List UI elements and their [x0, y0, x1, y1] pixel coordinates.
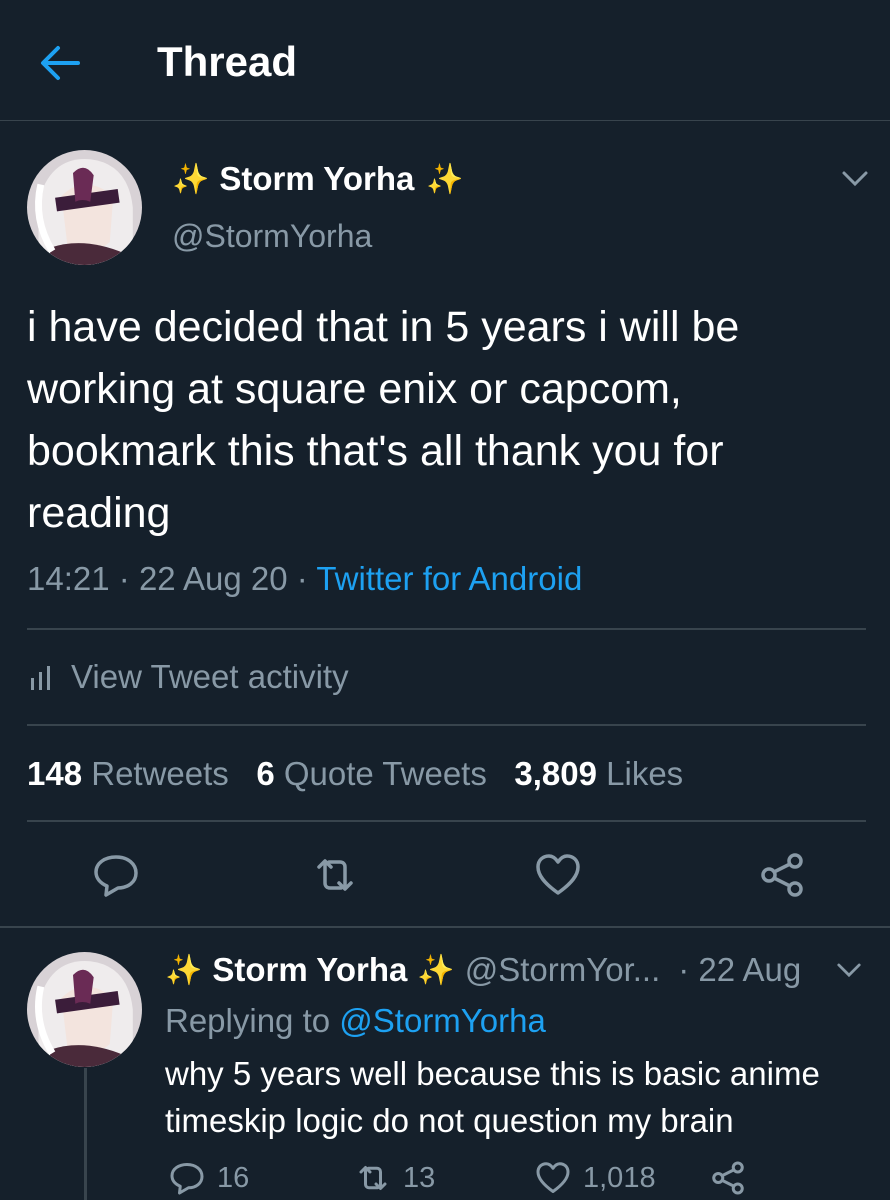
view-activity-link[interactable]: View Tweet activity: [27, 658, 349, 696]
tweet-meta: 14:21 · 22 Aug 20 · Twitter for Android: [27, 560, 582, 598]
quotes-stat[interactable]: 6 Quote Tweets: [256, 755, 487, 792]
reply-text: why 5 years well because this is basic a…: [165, 1055, 820, 1139]
likes-count: 3,809: [514, 755, 597, 792]
reply-retweet-button[interactable]: 13: [355, 1160, 435, 1196]
thread-connector-line: [84, 1068, 87, 1200]
view-activity-label: View Tweet activity: [71, 658, 349, 695]
meta-separator: ·: [118, 560, 130, 597]
tweet-time: 14:21: [27, 560, 110, 597]
reply-like-button[interactable]: 1,018: [535, 1160, 656, 1196]
retweets-stat[interactable]: 148 Retweets: [27, 755, 229, 792]
tweet-stats: 148 Retweets 6 Quote Tweets 3,809 Likes: [27, 755, 683, 793]
replying-to-handle[interactable]: @StormYorha: [339, 1002, 546, 1039]
sparkle-icon: ✨: [165, 953, 203, 987]
top-bar: Thread: [0, 0, 890, 121]
tweet-text: i have decided that in 5 years i will be…: [27, 303, 740, 537]
likes-stat[interactable]: 3,809 Likes: [514, 755, 683, 792]
divider: [27, 724, 866, 726]
quotes-count: 6: [256, 755, 275, 792]
author-name: Storm Yorha: [219, 160, 415, 197]
chevron-down-icon[interactable]: [836, 962, 862, 979]
reply-icon[interactable]: [92, 851, 140, 899]
divider: [27, 820, 866, 822]
reply-retweets-count: 13: [403, 1161, 436, 1194]
avatar[interactable]: [27, 150, 142, 265]
heart-icon: [536, 1162, 570, 1193]
meta-separator: ·: [296, 560, 308, 597]
reply-replies-count: 16: [217, 1161, 250, 1194]
reply-reply-button[interactable]: 16: [169, 1160, 249, 1196]
sparkle-icon: ✨: [172, 162, 210, 196]
reply-date: · 22 Aug: [678, 951, 802, 988]
bar-chart-icon: [31, 666, 50, 690]
heart-icon[interactable]: [534, 851, 582, 899]
tweet-source-link[interactable]: Twitter for Android: [316, 560, 582, 597]
retweets-count: 148: [27, 755, 83, 792]
reply-icon: [170, 1163, 204, 1195]
chevron-down-icon[interactable]: [841, 170, 869, 188]
reply-avatar[interactable]: [27, 952, 142, 1067]
sparkle-icon: ✨: [426, 162, 464, 196]
share-icon[interactable]: [758, 851, 806, 899]
divider: [27, 628, 866, 630]
author-handle[interactable]: @StormYorha: [172, 218, 372, 255]
replying-prefix: Replying to: [165, 1002, 331, 1039]
sparkle-icon: ✨: [417, 953, 455, 987]
likes-label: Likes: [606, 755, 684, 792]
reply-author-row[interactable]: ✨ Storm Yorha ✨ @StormYor... · 22 Aug: [165, 951, 801, 989]
reply-likes-count: 1,018: [583, 1161, 656, 1194]
reply-author-name: Storm Yorha: [212, 951, 408, 988]
back-arrow-icon[interactable]: [38, 44, 82, 82]
reply-share-button[interactable]: [710, 1160, 758, 1196]
author-name-row[interactable]: ✨ Storm Yorha ✨: [172, 160, 464, 198]
quotes-label: Quote Tweets: [283, 755, 487, 792]
divider: [0, 926, 890, 928]
replying-to: Replying to @StormYorha: [165, 1002, 546, 1040]
tweet-date: 22 Aug 20: [138, 560, 288, 597]
reply-author-handle: @StormYor...: [464, 951, 661, 988]
retweets-label: Retweets: [91, 755, 229, 792]
share-icon: [712, 1161, 744, 1195]
retweet-icon[interactable]: [311, 851, 359, 899]
retweet-icon: [359, 1166, 387, 1190]
page-title: Thread: [157, 38, 298, 85]
